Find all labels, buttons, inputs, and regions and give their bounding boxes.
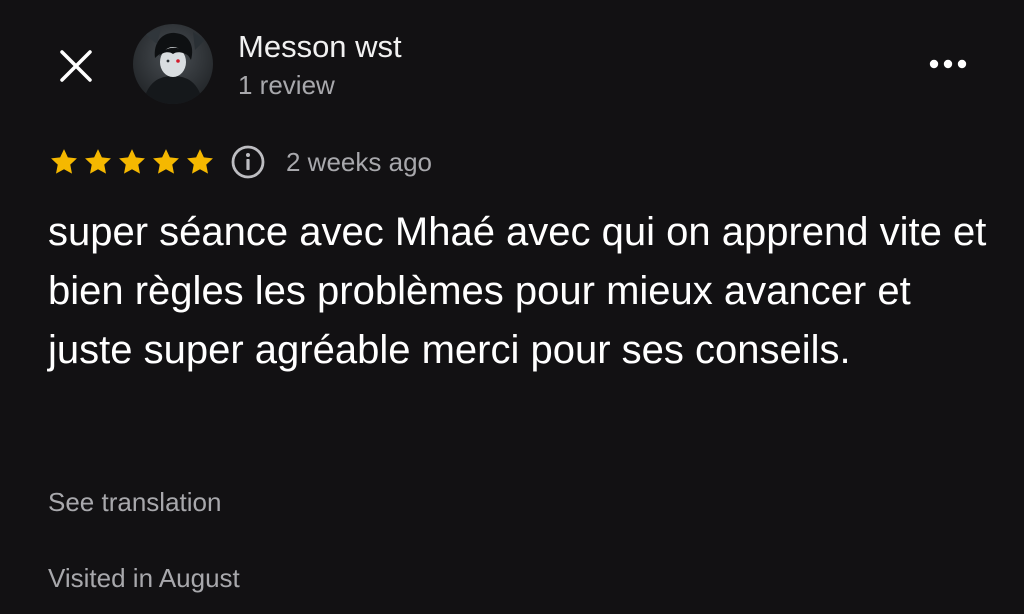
review-count: 1 review [238,70,335,100]
review-text: super séance avec Mhaé avec qui on appre… [48,210,987,372]
more-horizontal-icon [929,59,967,69]
rating-row: 2 weeks ago [48,140,432,184]
review-time: 2 weeks ago [286,147,432,177]
close-icon [60,50,92,82]
info-icon [231,145,265,179]
star-rating [48,146,216,178]
close-button[interactable] [54,44,98,88]
star-icon [184,146,216,178]
info-button[interactable] [230,144,266,180]
visited-date: Visited in August [48,563,240,593]
avatar[interactable] [133,24,213,104]
reviewer-name[interactable]: Messon wst [238,28,402,66]
see-translation-link[interactable]: See translation [48,486,221,518]
more-options-button[interactable] [922,44,974,84]
star-icon [150,146,182,178]
star-icon [82,146,114,178]
star-icon [116,146,148,178]
star-icon [48,146,80,178]
